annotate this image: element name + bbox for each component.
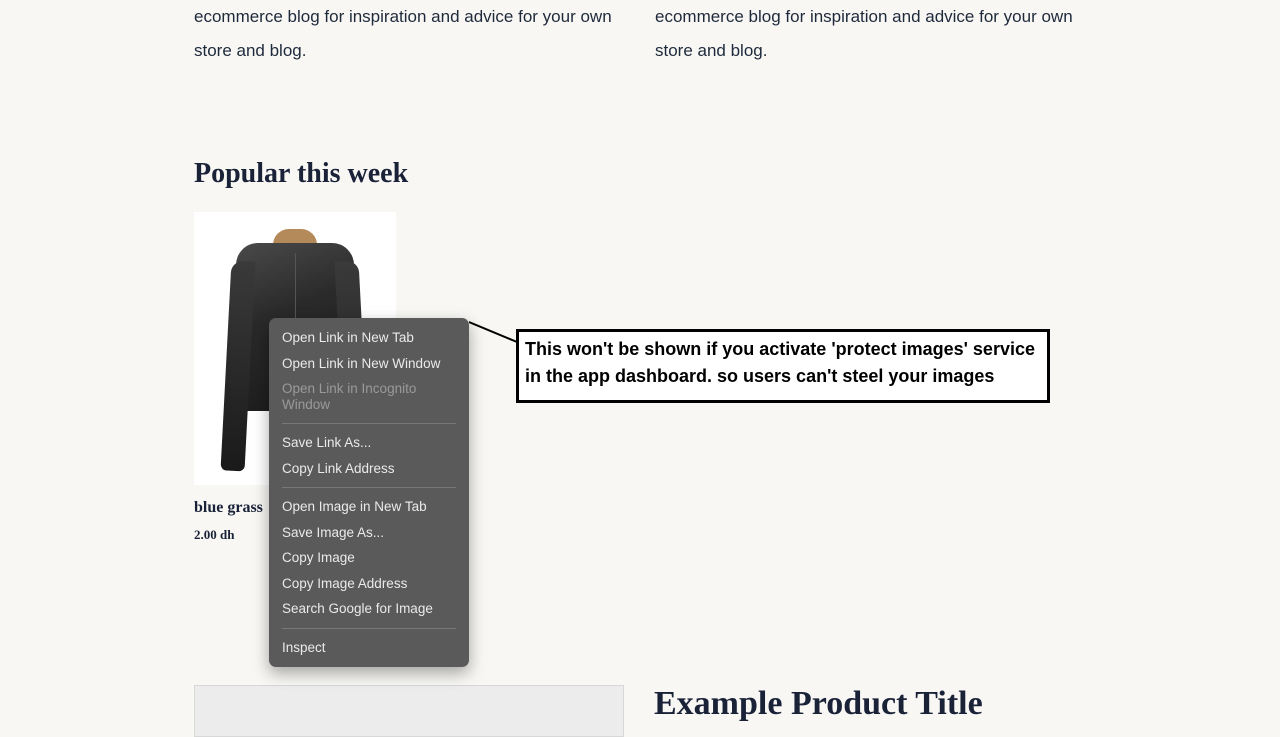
cm-open-link-incognito: Open Link in Incognito Window <box>269 376 469 417</box>
blog-excerpt-left: ecommerce blog for inspiration and advic… <box>194 0 625 68</box>
cm-save-link-as[interactable]: Save Link As... <box>269 430 469 456</box>
cm-save-image-as[interactable]: Save Image As... <box>269 520 469 546</box>
cm-open-link-new-tab[interactable]: Open Link in New Tab <box>269 325 469 351</box>
cm-separator <box>282 423 456 424</box>
popular-heading: Popular this week <box>194 158 1086 190</box>
cm-copy-image-address[interactable]: Copy Image Address <box>269 571 469 597</box>
cm-inspect[interactable]: Inspect <box>269 635 469 661</box>
blog-excerpt-right: ecommerce blog for inspiration and advic… <box>655 0 1086 68</box>
cm-copy-image[interactable]: Copy Image <box>269 545 469 571</box>
example-product-title[interactable]: Example Product Title <box>654 685 983 737</box>
cm-search-google-image[interactable]: Search Google for Image <box>269 596 469 622</box>
cm-open-image-new-tab[interactable]: Open Image in New Tab <box>269 494 469 520</box>
context-menu: Open Link in New Tab Open Link in New Wi… <box>269 318 469 667</box>
example-product-image-placeholder[interactable] <box>194 685 624 737</box>
cm-separator <box>282 487 456 488</box>
annotation-callout: This won't be shown if you activate 'pro… <box>516 329 1050 403</box>
cm-copy-link-address[interactable]: Copy Link Address <box>269 456 469 482</box>
cm-separator <box>282 628 456 629</box>
cm-open-link-new-window[interactable]: Open Link in New Window <box>269 351 469 377</box>
